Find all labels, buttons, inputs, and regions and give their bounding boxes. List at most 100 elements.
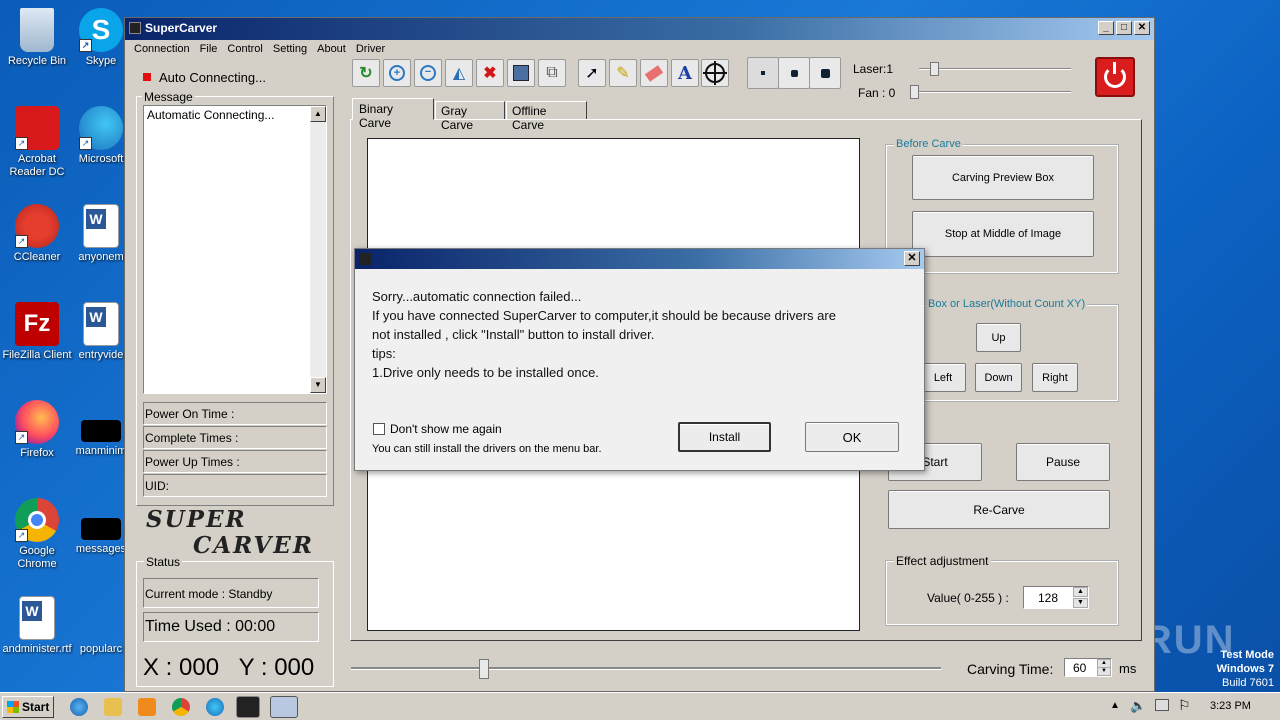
carving-preview-box-button[interactable]: Carving Preview Box bbox=[912, 155, 1094, 200]
power-button[interactable] bbox=[1095, 57, 1135, 97]
pause-button[interactable]: Pause bbox=[1016, 443, 1110, 481]
laser-label: Laser:1 bbox=[853, 62, 894, 76]
message-box[interactable]: Automatic Connecting... ▲ ▼ bbox=[143, 105, 327, 394]
dot-small-button[interactable] bbox=[747, 57, 779, 89]
menu-connection[interactable]: Connection bbox=[129, 40, 195, 58]
dont-show-label[interactable]: Don't show me again bbox=[390, 422, 502, 436]
zoom-out-button[interactable]: − bbox=[414, 59, 442, 87]
title-bar[interactable]: SuperCarver _ □ ✕ bbox=[125, 18, 1154, 40]
open-button[interactable]: ↻ bbox=[352, 59, 380, 87]
message-text: Automatic Connecting... bbox=[147, 108, 275, 122]
dialog-title-bar[interactable]: ✕ bbox=[355, 249, 924, 269]
ok-button[interactable]: OK bbox=[805, 422, 899, 452]
info-row-power-on: Power On Time : bbox=[143, 402, 327, 425]
app-icon bbox=[129, 22, 141, 34]
desktop-icon-word-doc-1[interactable]: W anyonem bbox=[73, 204, 129, 264]
save-button[interactable] bbox=[507, 59, 535, 87]
desktop-icon-chrome[interactable]: ↗ Google Chrome bbox=[0, 498, 74, 571]
desktop-icon-rtf[interactable]: W andminister.rtf bbox=[0, 596, 74, 656]
dont-show-checkbox[interactable] bbox=[373, 423, 385, 435]
spin-up-icon[interactable]: ▲ bbox=[1073, 587, 1088, 597]
desktop-icon-acrobat[interactable]: ↗ Acrobat Reader DC bbox=[0, 106, 74, 179]
menu-driver[interactable]: Driver bbox=[351, 40, 390, 58]
value-input[interactable]: 128 bbox=[1038, 591, 1058, 605]
down-button[interactable]: Down bbox=[975, 363, 1022, 392]
carving-time-input[interactable]: 60 bbox=[1073, 661, 1086, 675]
carving-speed-slider[interactable] bbox=[351, 659, 941, 679]
windows-logo-icon bbox=[7, 701, 19, 713]
desktop-icon-ccleaner[interactable]: ↗ CCleaner bbox=[0, 204, 74, 264]
desktop-icon-word-doc-2[interactable]: W entryvide bbox=[73, 302, 129, 362]
close-button[interactable]: ✕ bbox=[1134, 21, 1150, 35]
tab-offline-carve[interactable]: Offline Carve bbox=[506, 101, 587, 132]
spin-down-icon[interactable]: ▼ bbox=[1097, 667, 1111, 676]
desktop-icon-filezilla[interactable]: Fz FileZilla Client bbox=[0, 302, 74, 362]
desktop-icon-messages[interactable]: messages bbox=[73, 498, 129, 556]
spin-down-icon[interactable]: ▼ bbox=[1073, 598, 1088, 608]
carving-time-spinner[interactable]: 60 ▲ ▼ bbox=[1064, 658, 1112, 677]
carving-speed-thumb[interactable] bbox=[479, 659, 489, 679]
tab-binary-carve[interactable]: Binary Carve bbox=[352, 98, 434, 130]
right-button[interactable]: Right bbox=[1032, 363, 1078, 392]
delete-button[interactable]: ✖ bbox=[476, 59, 504, 87]
left-button[interactable]: Left bbox=[920, 363, 966, 392]
select-button[interactable]: ➚ bbox=[578, 59, 606, 87]
dot-medium-button[interactable] bbox=[778, 57, 810, 89]
app-taskbar-icon[interactable] bbox=[236, 696, 260, 718]
transform-button[interactable]: ⧉ bbox=[538, 59, 566, 87]
maximize-button[interactable]: □ bbox=[1116, 21, 1132, 35]
dialog-close-button[interactable]: ✕ bbox=[904, 251, 920, 266]
tray-arrow-icon[interactable]: ▲ bbox=[1110, 700, 1120, 711]
dot-large-button[interactable] bbox=[809, 57, 841, 89]
zoom-in-button[interactable]: + bbox=[383, 59, 411, 87]
minimize-button[interactable]: _ bbox=[1098, 21, 1114, 35]
install-button[interactable]: Install bbox=[678, 422, 771, 452]
laser-slider[interactable] bbox=[919, 62, 1071, 76]
eraser-button[interactable] bbox=[640, 59, 668, 87]
crosshair-button[interactable] bbox=[701, 59, 729, 87]
start-button[interactable]: Start bbox=[2, 696, 54, 718]
desktop-icon-microsoft-edge[interactable]: ↗ Microsoft bbox=[73, 106, 129, 166]
logo-carver: CARVER bbox=[193, 532, 314, 559]
scroll-down-icon[interactable]: ▼ bbox=[310, 377, 326, 393]
pencil-button[interactable]: ✎ bbox=[609, 59, 637, 87]
supercarver-taskbar-icon[interactable] bbox=[270, 696, 298, 718]
network-icon[interactable] bbox=[1155, 699, 1169, 711]
text-button[interactable]: A bbox=[671, 59, 699, 87]
desktop-icon-popularc[interactable]: popularc bbox=[73, 596, 129, 656]
flip-button[interactable]: ◭ bbox=[445, 59, 473, 87]
desktop-icon-recycle-bin[interactable]: Recycle Bin bbox=[0, 8, 74, 68]
chrome-taskbar-icon[interactable] bbox=[172, 698, 190, 716]
edge-taskbar-icon[interactable] bbox=[206, 698, 224, 716]
ccleaner-icon: ↗ bbox=[15, 204, 59, 248]
menu-control[interactable]: Control bbox=[222, 40, 267, 58]
stop-middle-button[interactable]: Stop at Middle of Image bbox=[912, 211, 1094, 257]
value-spinner[interactable]: 128 ▲ ▼ bbox=[1023, 586, 1089, 609]
connection-status: Auto Connecting... bbox=[159, 70, 266, 85]
clock[interactable]: 3:23 PM bbox=[1210, 700, 1251, 712]
desktop-icon-skype[interactable]: S ↗ Skype bbox=[73, 8, 129, 68]
menu-file[interactable]: File bbox=[195, 40, 223, 58]
laser-slider-thumb[interactable] bbox=[930, 62, 939, 76]
taskbar: Start ▲ 🔈 ⚐ 3:23 PM bbox=[0, 692, 1280, 720]
desktop-icon-firefox[interactable]: ↗ Firefox bbox=[0, 400, 74, 460]
fan-slider-thumb[interactable] bbox=[910, 85, 919, 99]
scroll-up-icon[interactable]: ▲ bbox=[310, 106, 326, 122]
explorer-icon[interactable] bbox=[104, 698, 122, 716]
tab-gray-carve[interactable]: Gray Carve bbox=[435, 101, 505, 132]
fan-slider[interactable] bbox=[910, 85, 1071, 99]
message-scrollbar[interactable]: ▲ ▼ bbox=[310, 106, 326, 393]
menu-setting[interactable]: Setting bbox=[268, 40, 312, 58]
volume-icon[interactable]: 🔈 bbox=[1130, 698, 1146, 714]
carving-time-unit: ms bbox=[1119, 661, 1137, 676]
flag-icon[interactable]: ⚐ bbox=[1178, 697, 1191, 714]
media-player-icon[interactable] bbox=[138, 698, 156, 716]
desktop-icon-manminim[interactable]: manminim bbox=[73, 400, 129, 458]
select-icon: ➚ bbox=[585, 65, 599, 82]
pencil-icon: ✎ bbox=[616, 65, 630, 82]
ie-icon[interactable] bbox=[70, 698, 88, 716]
menu-about[interactable]: About bbox=[312, 40, 351, 58]
up-button[interactable]: Up bbox=[976, 323, 1021, 352]
word-document-icon: W bbox=[83, 204, 119, 248]
recarve-button[interactable]: Re-Carve bbox=[888, 490, 1110, 529]
